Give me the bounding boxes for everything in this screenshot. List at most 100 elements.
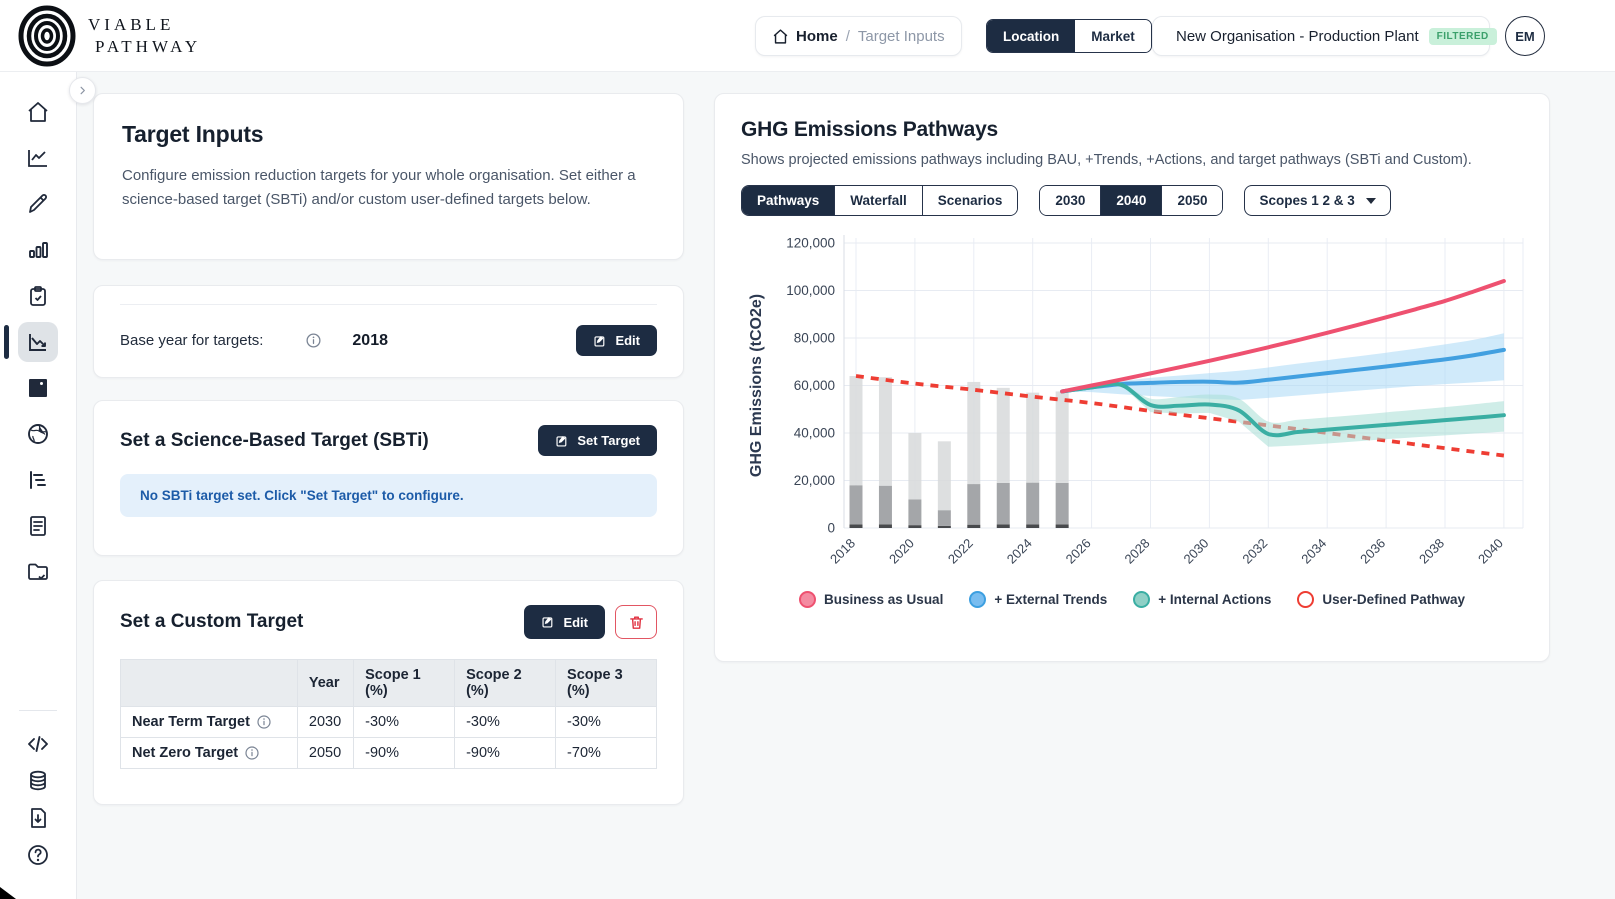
sidebar-item-reports[interactable] [18, 230, 58, 270]
toggle-market[interactable]: Market [1075, 20, 1151, 52]
clipboard-check-icon [30, 286, 46, 306]
x-tick-label: 2034 [1298, 536, 1329, 567]
sidebar-item-data[interactable] [18, 762, 58, 799]
breadcrumb-current: Target Inputs [857, 27, 945, 45]
info-icon[interactable] [305, 332, 322, 349]
gantt-icon [30, 471, 46, 489]
bar-chart-icon [29, 242, 48, 258]
tab-waterfall[interactable]: Waterfall [834, 186, 922, 215]
historical-bar-segment [849, 524, 863, 528]
tab-scenarios[interactable]: Scenarios [921, 186, 1018, 215]
sidebar-item-api[interactable] [18, 725, 58, 762]
x-tick-label: 2028 [1122, 536, 1153, 567]
base-year-label: Base year for targets: [120, 332, 264, 349]
tab-pathways[interactable]: Pathways [742, 186, 835, 215]
sidebar-item-tasks[interactable] [18, 276, 58, 316]
legend-item[interactable]: + Internal Actions [1133, 591, 1271, 608]
edit-base-year-button[interactable]: Edit [576, 325, 657, 356]
sidebar-item-gallery[interactable] [18, 368, 58, 408]
sidebar-item-timeline[interactable] [18, 460, 58, 500]
edit-icon [542, 617, 553, 628]
x-tick-label: 2024 [1004, 536, 1035, 567]
sidebar-item-help[interactable] [18, 836, 58, 873]
organisation-name: New Organisation - Production Plant [1176, 27, 1419, 45]
sidebar-item-edit[interactable] [18, 184, 58, 224]
chart-subtitle: Shows projected emissions pathways inclu… [741, 152, 1472, 168]
tab-year-2050[interactable]: 2050 [1161, 186, 1223, 215]
y-tick-label: 20,000 [794, 473, 835, 488]
table-cell: -30% [555, 706, 657, 738]
target-row-label: Near Term Target [132, 714, 250, 730]
table-header-cell [120, 659, 298, 707]
historical-bar-segment [1026, 524, 1040, 528]
tab-year-2040[interactable]: 2040 [1100, 186, 1162, 215]
historical-bar-segment [849, 376, 863, 486]
legend-item[interactable]: User-Defined Pathway [1297, 591, 1465, 608]
legend-label: + Internal Actions [1158, 592, 1272, 607]
legend-item[interactable]: Business as Usual [799, 591, 943, 608]
mouse-cursor [0, 887, 16, 899]
historical-bar-segment [967, 484, 981, 525]
chart-year-tabs: 2030 2040 2050 [1039, 185, 1224, 216]
sidebar-item-documents[interactable] [18, 506, 58, 546]
brand-name: VIABLE PATHWAY [88, 14, 202, 56]
location-market-toggle: Location Market [986, 19, 1152, 53]
historical-bar-segment [908, 525, 922, 528]
sbti-card: Set a Science-Based Target (SBTi) Set Ta… [93, 400, 684, 556]
tab-year-2030[interactable]: 2030 [1040, 186, 1101, 215]
organisation-selector[interactable]: New Organisation - Production Plant FILT… [1152, 16, 1519, 56]
emissions-pathway-icon [29, 334, 46, 351]
historical-bar-segment [908, 499, 922, 526]
scopes-dropdown[interactable]: Scopes 1 2 & 3 [1244, 185, 1391, 216]
base-year-card: Base year for targets: 2018 Edit [93, 285, 684, 378]
main-content: Target Inputs Configure emission reducti… [77, 72, 1615, 899]
legend-marker-icon [1297, 591, 1315, 608]
app-header: VIABLE PATHWAY Home / Target Inputs Loca… [0, 0, 1615, 72]
trend-chart-icon [28, 150, 47, 167]
image-icon [29, 379, 47, 397]
historical-bar-segment [996, 482, 1010, 525]
table-cell: -70% [555, 737, 657, 769]
info-icon[interactable] [256, 714, 272, 730]
toggle-location[interactable]: Location [987, 20, 1076, 52]
set-target-button[interactable]: Set Target [538, 425, 657, 456]
sidebar-item-projects[interactable] [18, 552, 58, 592]
user-avatar[interactable]: EM [1505, 16, 1545, 56]
table-cell: -30% [454, 706, 557, 738]
legend-item[interactable]: + External Trends [969, 591, 1107, 608]
breadcrumb-home-link[interactable]: Home [772, 28, 838, 45]
sidebar-item-target-inputs[interactable] [4, 322, 58, 362]
chevron-right-icon [80, 86, 85, 95]
custom-target-card: Set a Custom Target Edit Year Scope 1 (%)… [93, 580, 684, 805]
table-header-cell: Scope 1 (%) [353, 659, 456, 707]
sidebar-item-analytics[interactable] [18, 138, 58, 178]
y-tick-label: 80,000 [794, 331, 835, 346]
code-icon [28, 735, 48, 752]
x-tick-label: 2036 [1357, 536, 1388, 567]
x-tick-label: 2030 [1180, 536, 1211, 567]
chart-controls: Pathways Waterfall Scenarios 2030 2040 2050 … [741, 185, 1523, 216]
sidebar-item-global[interactable] [18, 414, 58, 454]
brand-logo[interactable]: VIABLE PATHWAY [16, 5, 201, 67]
table-row: Near Term Target 2030 -30% -30% -30% [120, 706, 657, 738]
historical-bar-segment [1055, 524, 1069, 528]
table-cell: -90% [454, 737, 557, 769]
sidebar-item-home[interactable] [18, 92, 58, 132]
ghg-pathways-chart: 0 20,000 40,000 60,000 80,000 100,000 120,000 2… [748, 235, 1524, 567]
x-tick-label: 2040 [1475, 536, 1506, 567]
custom-target-table: Year Scope 1 (%) Scope 2 (%) Scope 3 (%) Ne… [120, 659, 657, 769]
sidebar-item-export[interactable] [18, 799, 58, 836]
document-icon [30, 516, 46, 536]
delete-custom-target-button[interactable] [615, 605, 657, 639]
edit-custom-target-button[interactable]: Edit [524, 605, 605, 639]
info-icon[interactable] [244, 745, 260, 761]
trash-icon [629, 615, 643, 629]
legend-label: Business as Usual [824, 592, 944, 607]
historical-bar-segment [1026, 482, 1040, 525]
globe-icon [28, 424, 48, 444]
historical-bar-segment [937, 441, 951, 511]
ghg-pathways-card: GHG Emissions Pathways Shows projected e… [714, 93, 1550, 662]
sidebar-expand-button[interactable] [69, 77, 96, 104]
y-tick-label: 60,000 [794, 378, 835, 393]
page-title: Target Inputs [122, 121, 264, 147]
